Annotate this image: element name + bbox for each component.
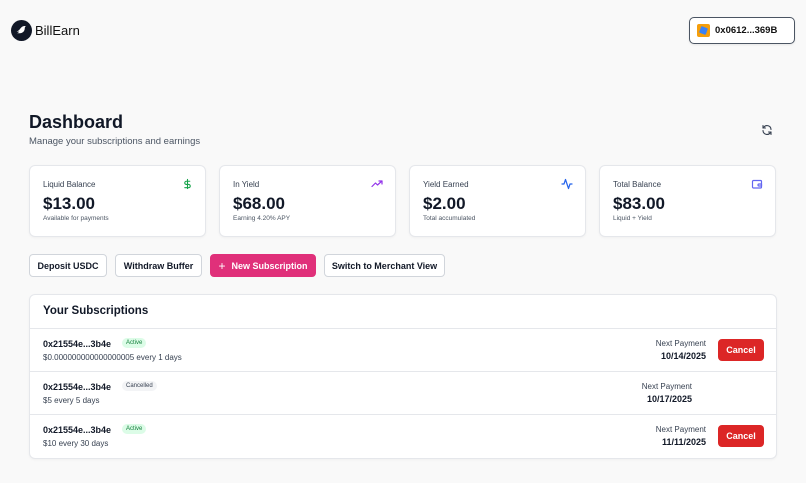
page-subtitle: Manage your subscriptions and earnings: [29, 136, 201, 147]
app-name: BillEarn: [35, 23, 80, 38]
cancel-subscription-button[interactable]: Cancel: [718, 339, 764, 361]
next-payment-date: 11/11/2025: [661, 437, 706, 447]
stat-value: $83.00: [613, 194, 665, 213]
wallet-address: 0x0612...369B: [715, 25, 778, 36]
status-badge: Active: [122, 338, 147, 348]
status-badge: Cancelled: [122, 381, 157, 391]
stat-card-in-yield: In Yield $68.00 Earning 4.20% APY: [219, 165, 396, 237]
page-title: Dashboard: [29, 112, 124, 132]
subscription-amount: $10 every 30 days: [43, 439, 109, 448]
subscriptions-title: Your Subscriptions: [43, 305, 149, 317]
stat-sub: Available for payments: [43, 215, 109, 222]
next-payment-label: Next Payment: [641, 382, 692, 391]
subscription-address: 0x21554e...3b4e: [43, 339, 112, 349]
subscription-amount: $0.000000000000000005 every 1 days: [43, 353, 182, 362]
subscription-row: 0x21554e...3b4e Active $0.00000000000000…: [30, 328, 776, 371]
status-badge: Active: [122, 424, 147, 434]
subscription-row: 0x21554e...3b4e Active $10 every 30 days…: [30, 414, 776, 457]
bird-icon: [11, 20, 32, 41]
stat-sub: Liquid + Yield: [613, 215, 652, 222]
next-payment-label: Next Payment: [655, 425, 706, 434]
new-subscription-button[interactable]: + New Subscription: [210, 254, 316, 277]
stat-value: $68.00: [233, 194, 285, 213]
stat-label: Liquid Balance: [43, 180, 96, 189]
subscriptions-panel: Your Subscriptions 0x21554e...3b4e Activ…: [29, 294, 777, 459]
stat-card-liquid-balance: Liquid Balance $13.00 Available for paym…: [29, 165, 206, 237]
refresh-icon[interactable]: [760, 123, 774, 137]
wallet-icon: [751, 178, 763, 190]
stat-value: $13.00: [43, 194, 95, 213]
plus-icon: +: [218, 258, 226, 273]
stat-sub: Total accumulated: [423, 215, 476, 222]
dollar-icon: [181, 178, 193, 190]
next-payment-date: 10/14/2025: [660, 351, 706, 361]
stat-card-total-balance: Total Balance $83.00 Liquid + Yield: [599, 165, 776, 237]
next-payment-date: 10/17/2025: [646, 394, 692, 404]
wallet-button[interactable]: 0x0612...369B: [689, 17, 795, 44]
trending-up-icon: [371, 178, 383, 190]
new-subscription-label: New Subscription: [231, 260, 308, 271]
activity-icon: [561, 178, 573, 190]
stat-label: In Yield: [233, 180, 260, 189]
wallet-avatar: [697, 24, 710, 37]
withdraw-buffer-button[interactable]: Withdraw Buffer: [115, 254, 202, 277]
stat-sub: Earning 4.20% APY: [233, 215, 291, 222]
stat-card-yield-earned: Yield Earned $2.00 Total accumulated: [409, 165, 586, 237]
subscription-row: 0x21554e...3b4e Cancelled $5 every 5 day…: [30, 371, 776, 414]
subscription-amount: $5 every 5 days: [43, 396, 100, 405]
top-header: BillEarn 0x0612...369B: [0, 0, 806, 62]
stat-value: $2.00: [423, 194, 466, 213]
cancel-subscription-button[interactable]: Cancel: [718, 425, 764, 447]
subscription-address: 0x21554e...3b4e: [43, 382, 112, 392]
subscription-address: 0x21554e...3b4e: [43, 425, 112, 435]
stat-label: Total Balance: [613, 180, 662, 189]
app-logo[interactable]: BillEarn: [11, 20, 80, 41]
deposit-usdc-button[interactable]: Deposit USDC: [29, 254, 107, 277]
next-payment-label: Next Payment: [655, 339, 706, 348]
switch-merchant-view-button[interactable]: Switch to Merchant View: [324, 254, 445, 277]
stat-label: Yield Earned: [423, 180, 469, 189]
